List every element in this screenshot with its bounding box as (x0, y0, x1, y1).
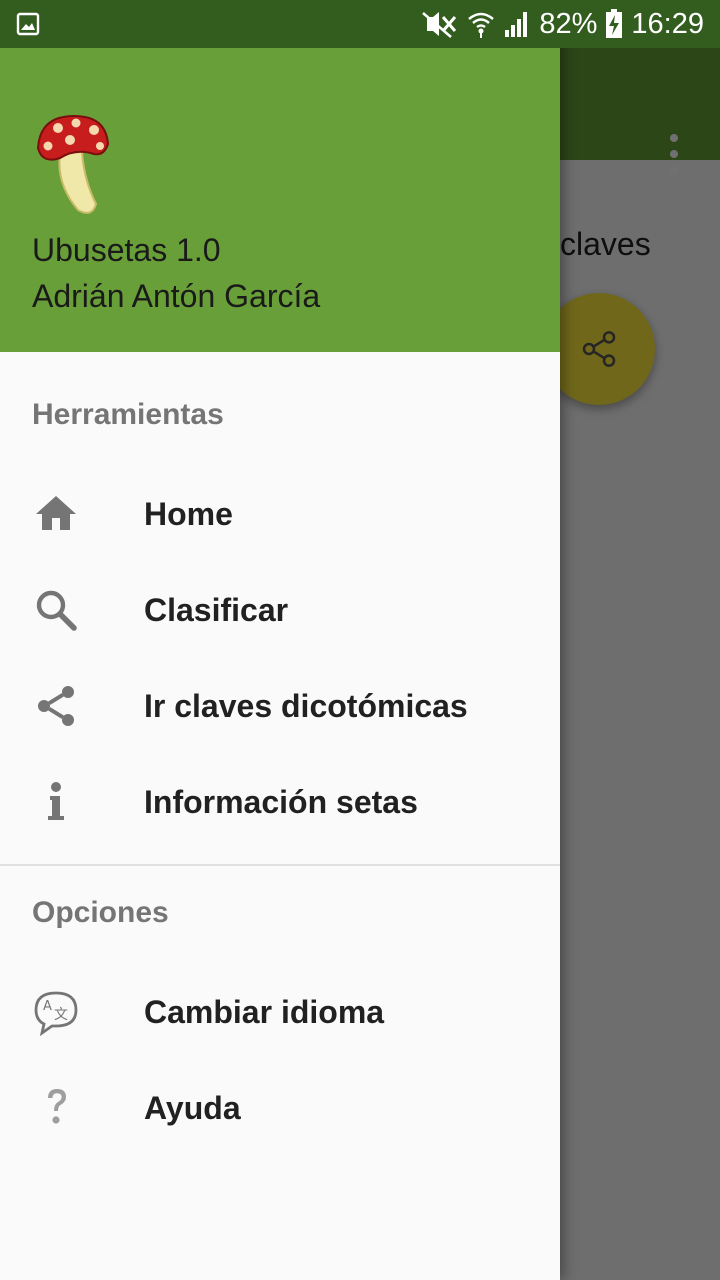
help-icon (48, 1089, 66, 1124)
battery-charging-icon (606, 9, 623, 38)
drawer-header: Ubusetas 1.0 Adrián Antón García (0, 48, 560, 352)
wifi-icon (468, 12, 495, 38)
menu-item-label: Ir claves dicotómicas (144, 688, 468, 724)
menu-item-label: Home (144, 496, 233, 532)
menu-item-label: Información setas (144, 784, 418, 820)
menu-item-informacion-setas[interactable]: Información setas (0, 754, 560, 850)
signal-icon (505, 12, 528, 37)
svg-text:文: 文 (54, 1007, 68, 1023)
section-header-herramientas: Herramientas (32, 398, 224, 431)
menu-item-home[interactable]: Home (0, 466, 560, 562)
search-icon (36, 590, 77, 631)
gallery-icon (16, 12, 40, 36)
section-header-opciones: Opciones (32, 896, 169, 929)
svg-text:A: A (43, 999, 52, 1014)
battery-percentage: 82% (539, 7, 598, 40)
mute-icon (422, 12, 457, 38)
mushroom-logo (36, 114, 110, 214)
menu-item-ayuda[interactable]: Ayuda (0, 1060, 560, 1156)
clock: 16:29 (631, 7, 704, 40)
info-icon (48, 782, 64, 820)
menu-item-label: Clasificar (144, 592, 289, 628)
translate-icon: A 文 (34, 991, 78, 1036)
share-icon (38, 686, 74, 726)
status-bar: 82% 16:29 (0, 0, 720, 48)
menu-item-clasificar[interactable]: Clasificar (0, 562, 560, 658)
menu-item-claves-dicotomicas[interactable]: Ir claves dicotómicas (0, 658, 560, 754)
app-title: Ubusetas 1.0 (32, 232, 221, 268)
navigation-drawer: Ubusetas 1.0 Adrián Antón García Herrami… (0, 0, 560, 1280)
section-divider (0, 864, 560, 866)
menu-item-label: Cambiar idioma (144, 994, 385, 1030)
menu-item-cambiar-idioma[interactable]: A 文 Cambiar idioma (0, 964, 560, 1060)
menu-item-label: Ayuda (144, 1090, 241, 1126)
home-icon (36, 496, 76, 530)
app-author: Adrián Antón García (32, 278, 321, 314)
